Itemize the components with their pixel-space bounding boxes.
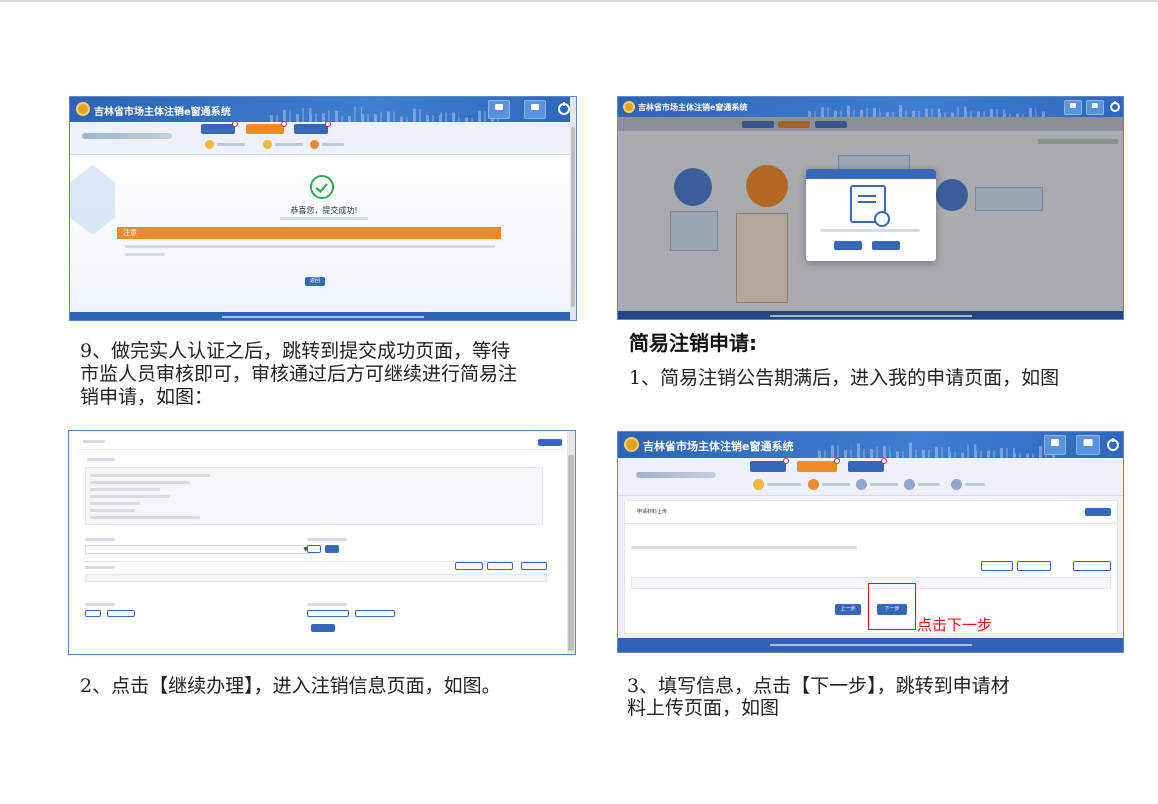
confirm-modal <box>806 169 936 261</box>
system-header: 吉林省市场主体注销e窗通系统 <box>618 432 1123 458</box>
power-icon[interactable] <box>1107 439 1119 451</box>
emblem-icon <box>76 102 90 116</box>
tab-2[interactable] <box>246 121 287 134</box>
tab-1[interactable] <box>201 121 238 134</box>
my-application-button[interactable] <box>1086 100 1104 115</box>
caption-step3-line1: 3、填写信息，点击【下一步】，跳转到申请材 <box>627 675 1010 697</box>
select-file-button[interactable] <box>1017 561 1051 571</box>
notice-label: 注意 <box>123 229 137 237</box>
emblem-icon <box>624 437 639 452</box>
success-check-icon <box>310 175 334 199</box>
table-header <box>85 574 547 582</box>
caption-step2: 2、点击【继续办理】，进入注销信息页面，如图。 <box>80 675 501 697</box>
scrollbar[interactable] <box>567 431 575 654</box>
screenshot-my-applications: 吉林省市场主体注销e窗通系统 <box>617 96 1124 320</box>
option-yes[interactable] <box>307 545 321 553</box>
system-title: 吉林省市场主体注销e窗通系统 <box>643 440 794 453</box>
scrollbar[interactable] <box>570 97 576 320</box>
power-icon[interactable] <box>1110 102 1120 112</box>
screenshot-material-upload: 吉林省市场主体注销e窗通系统 申请材料上传 上一步 下一步 点击下一步 <box>617 431 1124 653</box>
fill-guide-button[interactable] <box>1085 508 1111 516</box>
top-divider <box>0 0 1158 2</box>
tab-2[interactable] <box>797 458 840 472</box>
system-header: 吉林省市场主体注销e窗通系统 <box>70 97 576 122</box>
my-application-button[interactable] <box>524 100 546 119</box>
modal-confirm-button[interactable] <box>834 241 862 250</box>
screenshot-cancel-info-form: ▼ <box>68 430 576 655</box>
system-title: 吉林省市场主体注销e窗通系统 <box>94 107 231 118</box>
caption-step9-line2: 市监人员审核即可，审核通过后方可继续进行简易注 <box>80 363 518 385</box>
cancel-reason-select[interactable]: ▼ <box>85 545 313 554</box>
action-button-1[interactable] <box>455 562 483 570</box>
footer-bar <box>618 638 1123 652</box>
click-next-hint: 点击下一步 <box>917 616 993 634</box>
caption-step1: 1、简易注销公告期满后，进入我的申请页面，如图 <box>629 367 1060 389</box>
next-step-button[interactable] <box>311 624 335 632</box>
checkbox-option-4[interactable] <box>355 610 395 617</box>
caption-step9-line1: 9、做完实人认证之后，跳转到提交成功页面，等待 <box>80 340 511 362</box>
return-button[interactable]: 返回 <box>305 277 325 286</box>
footer-bar <box>618 311 1123 319</box>
home-button[interactable] <box>1044 435 1066 455</box>
system-header: 吉林省市场主体注销e窗通系统 <box>618 97 1123 117</box>
batch-upload-button[interactable] <box>1073 561 1111 571</box>
simple-cancel-heading: 简易注销申请: <box>629 331 757 355</box>
footer-bar <box>70 312 576 320</box>
power-icon[interactable] <box>558 103 570 115</box>
checkbox-option-1[interactable] <box>85 610 101 617</box>
action-button-2[interactable] <box>487 562 513 570</box>
home-button[interactable] <box>488 100 510 119</box>
checkbox-option-2[interactable] <box>107 610 135 617</box>
info-panel <box>85 467 543 525</box>
document-clock-icon <box>850 185 890 227</box>
home-button[interactable] <box>1064 100 1082 115</box>
process-icon-3 <box>936 179 968 211</box>
print-file-button[interactable] <box>981 561 1013 571</box>
nav-bar <box>618 458 1123 496</box>
process-icon-2 <box>746 165 788 207</box>
notice-bar: 注意 <box>117 227 501 239</box>
modal-cancel-button[interactable] <box>872 241 900 250</box>
system-title: 吉林省市场主体注销e窗通系统 <box>638 103 748 112</box>
prev-step-button[interactable]: 上一步 <box>835 604 861 615</box>
nav-bar <box>70 121 576 155</box>
section-title: 申请材料上传 <box>637 509 668 515</box>
top-right-button[interactable] <box>538 439 562 446</box>
action-button-3[interactable] <box>521 562 547 570</box>
tab-3[interactable] <box>294 121 331 134</box>
success-title: 恭喜您，提交成功! <box>290 206 358 215</box>
caption-step3-line2: 料上传页面，如图 <box>627 697 780 719</box>
my-application-button[interactable] <box>1076 435 1100 455</box>
emblem-icon <box>623 101 635 113</box>
caption-step9-line3: 销申请，如图： <box>80 386 214 408</box>
process-icon-1 <box>674 168 712 206</box>
tab-1[interactable] <box>750 458 789 472</box>
tab-3[interactable] <box>848 458 887 472</box>
option-no[interactable] <box>325 545 339 553</box>
highlight-box <box>868 583 916 630</box>
screenshot-submit-success: 吉林省市场主体注销e窗通系统 恭喜您，提交成功! 注意 返回 <box>69 96 577 321</box>
checkbox-option-3[interactable] <box>307 610 349 617</box>
